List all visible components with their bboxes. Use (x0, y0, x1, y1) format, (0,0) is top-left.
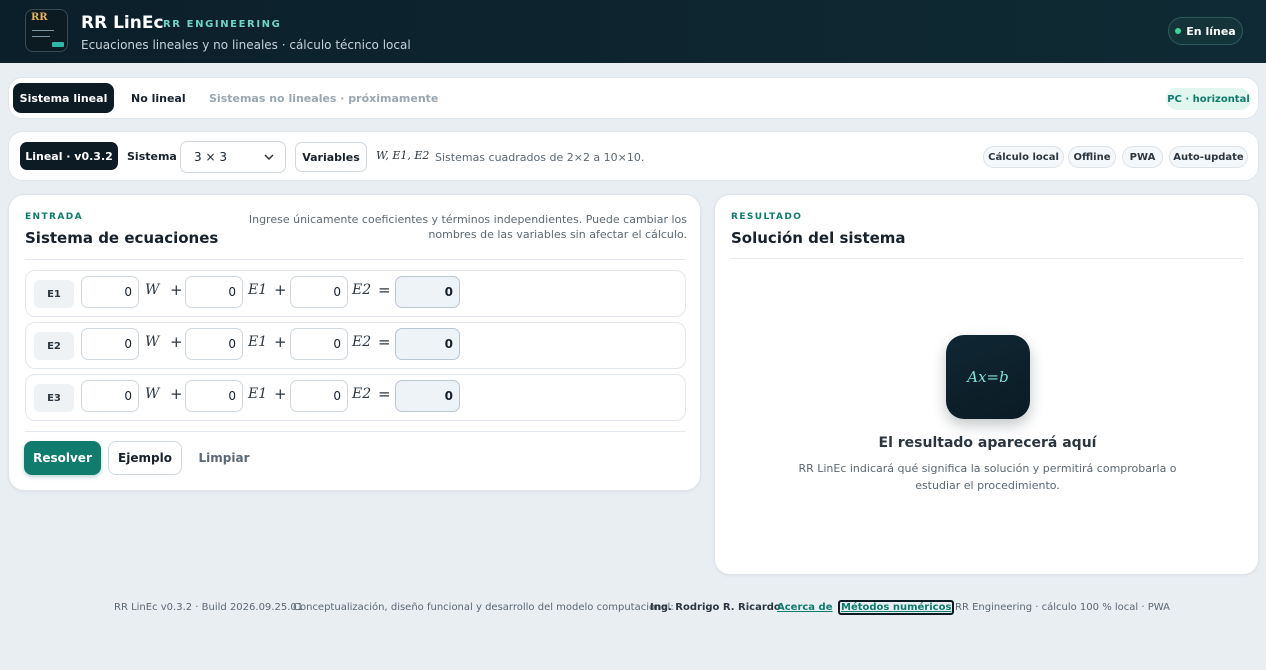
version-badge: Lineal · v0.3.2 (20, 142, 118, 170)
coefficient-input[interactable]: 0 (290, 380, 348, 412)
system-size-value: 3 × 3 (194, 150, 227, 164)
plus-operator: + (170, 333, 183, 351)
result-panel: RESULTADO Solución del sistema Ax=b El r… (714, 194, 1259, 575)
plus-operator: + (170, 281, 183, 299)
mode-tabs-bar: Sistema lineal No lineal Sistemas no lin… (8, 77, 1259, 119)
coefficient-input[interactable]: 0 (185, 328, 243, 360)
pill-offline: Offline (1068, 146, 1116, 168)
result-empty-title: El resultado aparecerá aquí (878, 435, 1097, 451)
online-status-text: En línea (1186, 24, 1236, 38)
example-button[interactable]: Ejemplo (108, 441, 182, 475)
constant-term-input[interactable]: 0 (395, 276, 460, 308)
input-hint: Ingrese únicamente coeficientes y términ… (248, 213, 687, 241)
matrix-equation-icon: Ax=b (946, 335, 1030, 419)
plus-operator: + (274, 333, 287, 351)
coefficient-input[interactable]: 0 (290, 328, 348, 360)
footer: RR LinEc v0.3.2 · Build 2026.09.25.01 Co… (0, 600, 1266, 618)
online-status-badge: En línea (1168, 17, 1243, 45)
result-panel-title: Solución del sistema (731, 229, 906, 247)
variable-name: E2 (352, 282, 372, 298)
coefficient-input[interactable]: 0 (185, 380, 243, 412)
coefficient-input[interactable]: 0 (81, 276, 139, 308)
app-header: RR RR LinEc RR ENGINEERING Ecuaciones li… (0, 0, 1266, 63)
system-size-select[interactable]: 3 × 3 (180, 141, 286, 173)
status-dot-icon (1175, 28, 1182, 34)
equals-operator: = (378, 385, 391, 403)
tab-no-lineal[interactable]: No lineal (131, 83, 186, 113)
equation-row: E1 0 W +0 E1 +0 E2 = 0 (25, 270, 686, 317)
variable-name: E2 (352, 386, 372, 402)
footer-tagline: RR Engineering · cálculo 100 % local · P… (955, 602, 1170, 613)
variables-list: W, E1, E2 (376, 149, 430, 162)
variable-name: E1 (248, 282, 268, 298)
footer-credit: Conceptualización, diseño funcional y de… (293, 602, 674, 613)
app-title: RR LinEc (81, 13, 164, 33)
clear-button[interactable]: Limpiar (190, 441, 258, 475)
input-panel-title: Sistema de ecuaciones (25, 229, 219, 247)
variable-name: E2 (352, 334, 372, 350)
footer-author: Ing. Rodrigo R. Ricardo (650, 602, 781, 613)
app-subtitle: Ecuaciones lineales y no lineales · cálc… (81, 38, 411, 52)
constant-term-input[interactable]: 0 (395, 328, 460, 360)
variable-name: E1 (248, 334, 268, 350)
equation-label: E2 (34, 332, 74, 360)
variable-name: W (145, 282, 160, 298)
equals-operator: = (378, 333, 391, 351)
plus-operator: + (170, 385, 183, 403)
system-toolbar: Lineal · v0.3.2 Sistema 3 × 3 Variables … (8, 131, 1259, 181)
tab-sistemas-no-lineales: Sistemas no lineales · próximamente (209, 91, 439, 105)
brand-label: RR ENGINEERING (163, 19, 282, 30)
plus-operator: + (274, 281, 287, 299)
input-eyebrow: ENTRADA (25, 212, 83, 222)
system-size-label: Sistema (127, 150, 177, 163)
plus-operator: + (274, 385, 287, 403)
equation-row: E2 0 W +0 E1 +0 E2 = 0 (25, 322, 686, 369)
equation-label: E1 (34, 280, 74, 308)
coefficient-input[interactable]: 0 (81, 328, 139, 360)
about-link[interactable]: Acerca de (777, 602, 832, 613)
constant-term-input[interactable]: 0 (395, 380, 460, 412)
coefficient-input[interactable]: 0 (81, 380, 139, 412)
system-sizes-note: Sistemas cuadrados de 2×2 a 10×10. (435, 151, 645, 164)
equation-row: E3 0 W +0 E1 +0 E2 = 0 (25, 374, 686, 421)
pill-pwa: PWA (1122, 146, 1163, 168)
matrix-equation-text: Ax=b (967, 368, 1009, 386)
variables-button[interactable]: Variables (295, 142, 367, 172)
variable-name: W (145, 386, 160, 402)
numerical-methods-link[interactable]: Métodos numéricos (838, 600, 955, 615)
result-eyebrow: RESULTADO (731, 212, 803, 222)
coefficient-input[interactable]: 0 (290, 276, 348, 308)
equation-label: E3 (34, 384, 74, 412)
variable-name: E1 (248, 386, 268, 402)
logo-text: RR (31, 12, 48, 23)
app-logo: RR (25, 9, 68, 52)
footer-build: RR LinEc v0.3.2 · Build 2026.09.25.01 (114, 602, 304, 613)
pill-auto-update: Auto-update (1169, 146, 1248, 168)
variable-name: W (145, 334, 160, 350)
result-empty-description: RR LinEc indicará qué significa la soluc… (798, 462, 1177, 492)
chevron-down-icon (263, 150, 275, 167)
tab-sistema-lineal[interactable]: Sistema lineal (13, 83, 114, 113)
coefficient-input[interactable]: 0 (185, 276, 243, 308)
solve-button[interactable]: Resolver (24, 441, 101, 475)
device-mode-badge: PC · horizontal (1166, 88, 1251, 110)
pill-calculo-local: Cálculo local (983, 146, 1064, 168)
equals-operator: = (378, 281, 391, 299)
